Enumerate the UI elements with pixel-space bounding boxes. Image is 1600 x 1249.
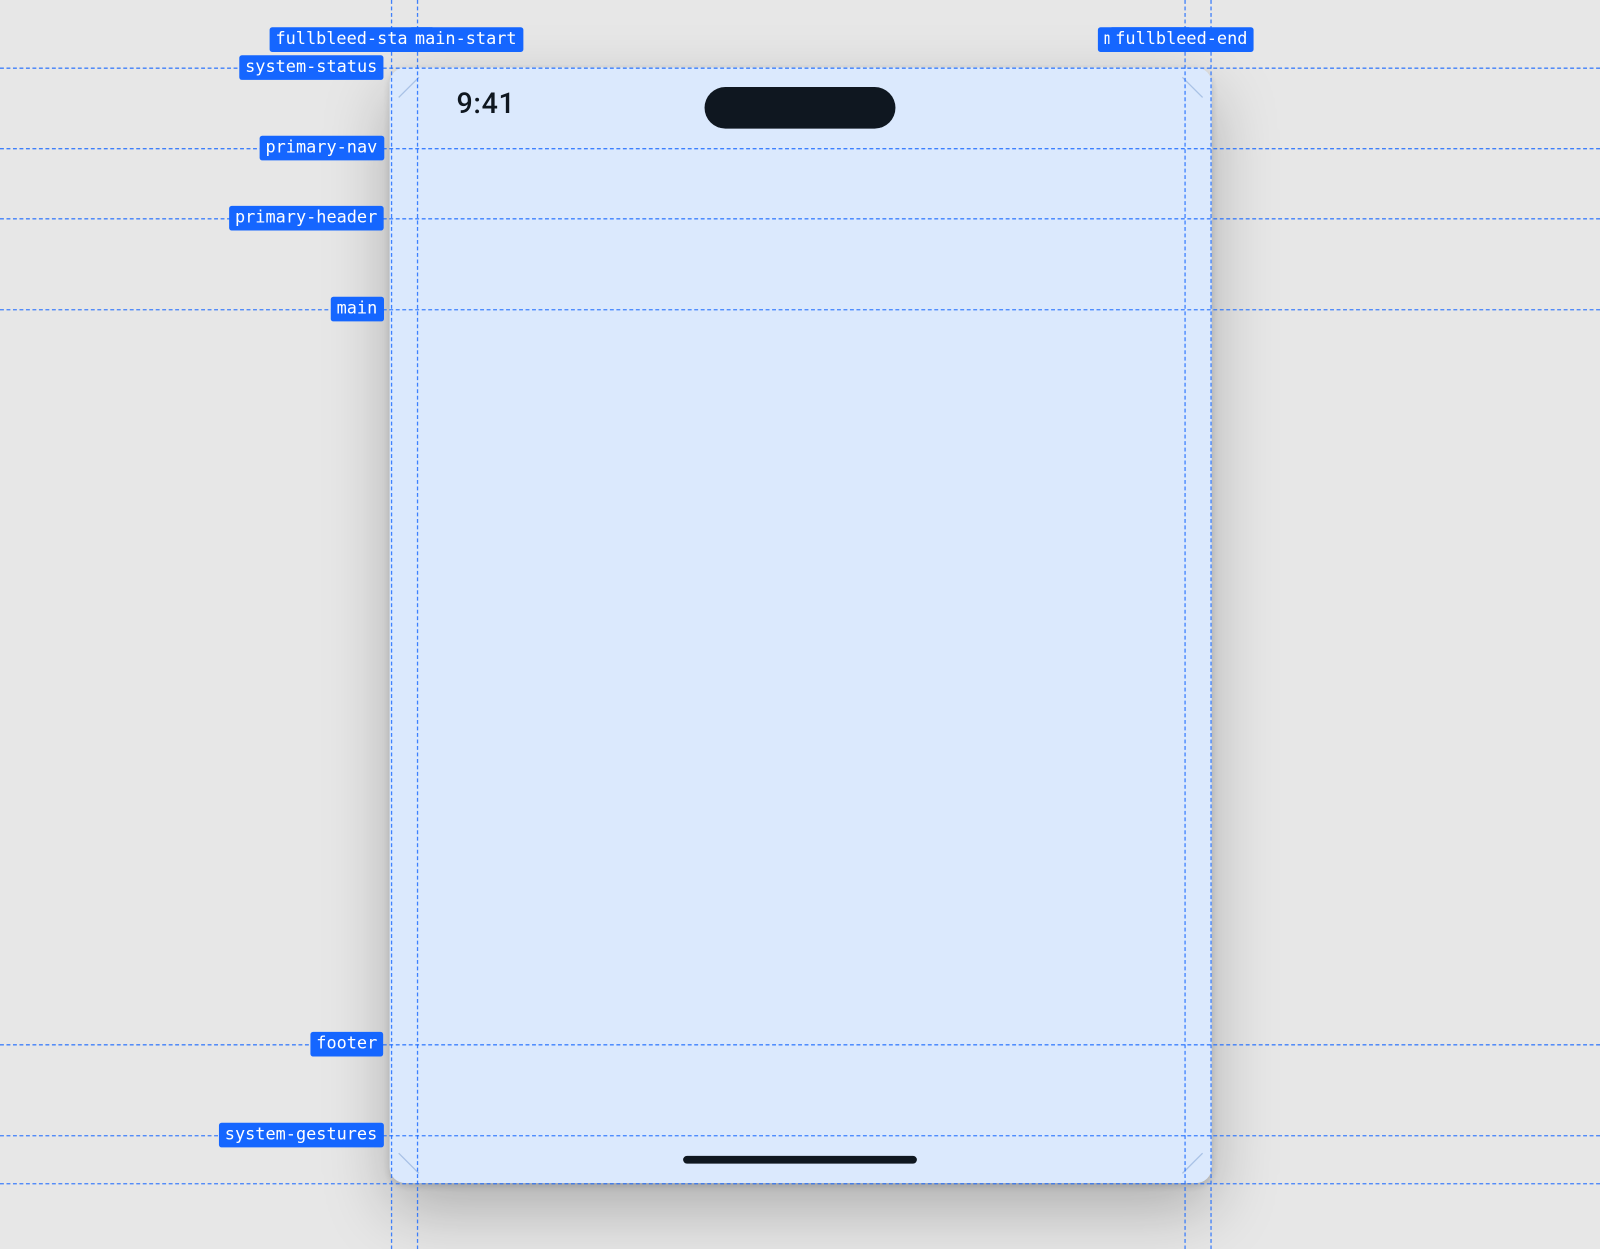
guide-label-main[interactable]: main (330, 297, 384, 322)
guide-label-primary-header[interactable]: primary-header (228, 206, 383, 231)
device-frame: 9:41 (389, 68, 1211, 1184)
guide-label-primary-nav[interactable]: primary-nav (259, 136, 384, 161)
guide-label-system-status[interactable]: system-status (239, 55, 384, 80)
guide-label-system-gestures[interactable]: system-gestures (218, 1123, 383, 1148)
canvas: 9:41 fullbleed-start main-start main-end… (0, 0, 1600, 1249)
home-indicator-icon[interactable] (683, 1156, 917, 1164)
guide-label-fullbleed-end[interactable]: fullbleed-end (1109, 27, 1254, 52)
guide-label-footer[interactable]: footer (310, 1032, 384, 1057)
dynamic-island-icon (705, 87, 896, 129)
corner-mark (1181, 57, 1222, 98)
guide-device-bottom[interactable] (0, 1183, 1600, 1184)
status-time: 9:41 (456, 88, 515, 120)
guide-label-main-start[interactable]: main-start (408, 27, 523, 52)
